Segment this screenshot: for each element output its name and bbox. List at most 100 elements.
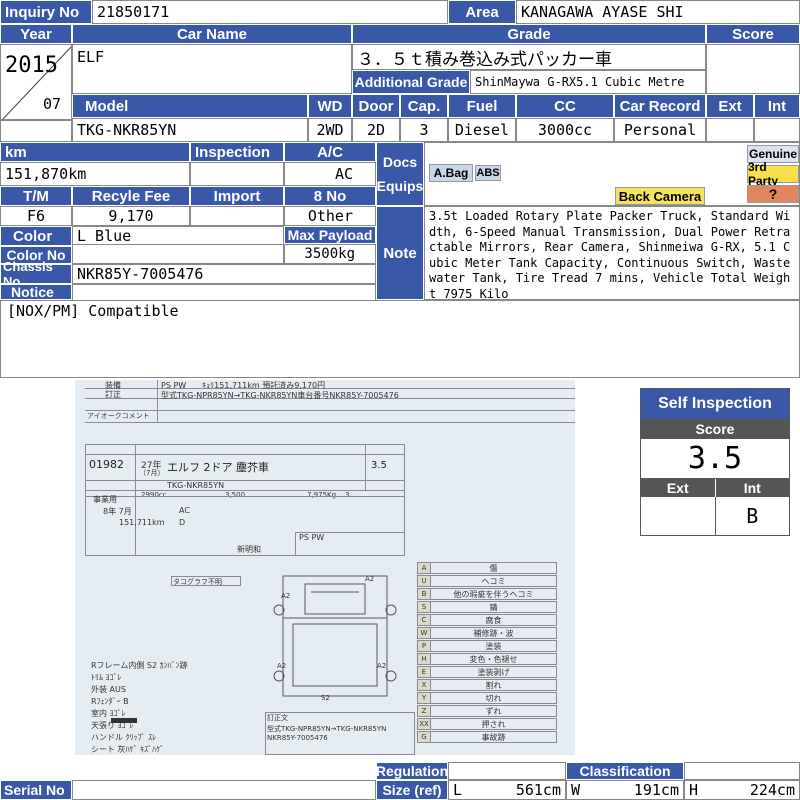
size-l-value: 561cm <box>515 781 561 799</box>
classification-value <box>684 762 800 780</box>
sheet-name: エルフ 2ドア 塵芥車 <box>167 461 269 474</box>
sheet-equip-box: PS PW <box>299 533 325 542</box>
car-damage-diagram <box>273 575 397 697</box>
legend-row: U ヘコミ <box>417 575 557 587</box>
max-payload-label: Max Payload <box>284 226 376 244</box>
sheet-expiry: 8年 7月 <box>103 507 132 516</box>
cc-value: 3000cc <box>516 118 614 142</box>
tm-label: T/M <box>0 186 72 206</box>
legend-row: A傷 <box>417 562 557 574</box>
legend-row: X 割れ <box>417 679 557 691</box>
sheet-note-3: 外装 AUS <box>91 685 126 694</box>
note-label: Note <box>376 206 424 300</box>
year-spacer <box>0 120 72 142</box>
legend-meaning: 傷 <box>431 562 557 574</box>
third-party-badge: 3rd Party <box>747 160 799 188</box>
legend-code: W <box>417 627 431 639</box>
year-label: Year <box>0 24 72 44</box>
sheet-correction-value: 型式TKG-NPR85YN→TKG-NKR85YN車台番号NKR85Y-7005… <box>161 391 399 400</box>
chassis-no-label: Chassis No <box>0 259 72 289</box>
unknown-badge: ? <box>747 185 799 203</box>
legend-code: S <box>417 601 431 613</box>
year-value: 2015 <box>5 53 58 78</box>
cap-value: 3 <box>400 118 448 142</box>
eight-no-label: 8 No <box>284 186 376 206</box>
diagram-mark-3: A2 <box>377 662 387 670</box>
fuel-label: Fuel <box>448 94 516 118</box>
docs-equips-label: Docs Equips <box>376 142 424 206</box>
legend-meaning: 変色・色褪せ <box>431 653 557 665</box>
sheet-note-8: シート 灰ﾊｹﾞ ｷｽﾞﾊｹﾞ <box>91 745 165 754</box>
legend-code: E <box>417 666 431 678</box>
eight-no-value: Other <box>284 206 376 226</box>
score-value <box>706 44 800 94</box>
notice-label: Notice <box>0 284 72 300</box>
import-label: Import <box>190 186 284 206</box>
legend-row: B 他の瑕疵を伴うヘコミ <box>417 588 557 600</box>
ext-label: Ext <box>706 94 754 118</box>
corr-line-1: 型式TKG-NPR85YN→TKG-NKR85YN <box>267 725 387 733</box>
sheet-note-7: ハンドル ｸﾘｯﾌﾟ ｽﾚ <box>91 733 157 742</box>
classification-label: Classification <box>566 762 684 780</box>
corr-line-2: NKR85Y-7005476 <box>267 734 328 742</box>
self-inspection-title: Self Inspection <box>641 389 789 419</box>
sheet-comment-label: アイオークコメント <box>87 412 150 420</box>
diagram-mark-1: A2 <box>281 592 291 600</box>
legend-code: G <box>417 731 431 743</box>
model-value: TKG-NKR85YN <box>72 118 308 142</box>
redaction-bar <box>111 718 137 723</box>
fuel-value: Diesel <box>448 118 516 142</box>
legend-meaning: ずれ <box>431 705 557 717</box>
import-value <box>190 206 284 226</box>
legend-meaning: 押され <box>431 718 557 730</box>
wd-value: 2WD <box>308 118 352 142</box>
sheet-score: 3.5 <box>371 460 387 471</box>
regulation-label: Regulation <box>375 762 449 780</box>
size-w-cell: W 191cm <box>566 780 684 800</box>
legend-row: Y 切れ <box>417 692 557 704</box>
door-label: Door <box>352 94 400 118</box>
legend-meaning: 割れ <box>431 679 557 691</box>
area-value: KANAGAWA AYASE SHI <box>516 0 800 24</box>
int-label: Int <box>754 94 800 118</box>
size-w-label: W <box>571 781 581 799</box>
legend-code: C <box>417 614 431 626</box>
legend-row: H 変色・色褪せ <box>417 653 557 665</box>
legend-code: U <box>417 575 431 587</box>
self-inspection-ext-label: Ext <box>641 479 716 497</box>
diagram-mark-5: A2 <box>365 575 375 583</box>
ac-label: A/C <box>284 142 376 162</box>
docs-label: Docs <box>382 154 418 170</box>
cap-label: Cap. <box>400 94 448 118</box>
color-no-value <box>72 244 284 264</box>
notice-spacer <box>72 284 376 300</box>
recycle-fee-label: Recyle Fee <box>72 186 190 206</box>
legend-code: Y <box>417 692 431 704</box>
size-w-value: 191cm <box>633 781 679 799</box>
legend-code: X <box>417 679 431 691</box>
additional-grade-value: ShinMaywa G-RX5.1 Cubic Metre <box>470 70 706 94</box>
sheet-tacho: タコグラフ不明 <box>173 578 222 586</box>
legend-code: XX <box>417 718 431 730</box>
legend-meaning: 補修跡・波 <box>431 627 557 639</box>
km-value: 151,870km <box>0 162 190 186</box>
legend-row: C 腐食 <box>417 614 557 626</box>
abag-badge: A.Bag <box>429 164 473 182</box>
diagram-mark-2: A2 <box>277 662 287 670</box>
legend-code: P <box>417 640 431 652</box>
legend-meaning: ヘコミ <box>431 575 557 587</box>
legend-row: P 塗装 <box>417 640 557 652</box>
additional-grade-label: Additional Grade <box>352 70 470 94</box>
abs-badge: ABS <box>475 165 501 181</box>
car-name-value: ELF <box>72 44 352 94</box>
legend-row: E 塗装剥げ <box>417 666 557 678</box>
score-label: Score <box>706 24 800 44</box>
sheet-model: TKG-NKR85YN <box>167 481 225 490</box>
legend-meaning: 塗装剥げ <box>431 666 557 678</box>
legend-meaning: 錆 <box>431 601 557 613</box>
inquiry-no-label: Inquiry No <box>0 0 92 24</box>
sheet-note-2: ﾄﾘﾑ ﾖｺﾞﾚ <box>91 673 122 682</box>
size-l-label: L <box>453 781 463 799</box>
self-inspection-score-label: Score <box>641 419 789 439</box>
auction-sheet-image[interactable]: 装備 PS PW ｷｮﾘ151,711km 預託済み9,170円 訂正 型式TK… <box>75 380 575 755</box>
